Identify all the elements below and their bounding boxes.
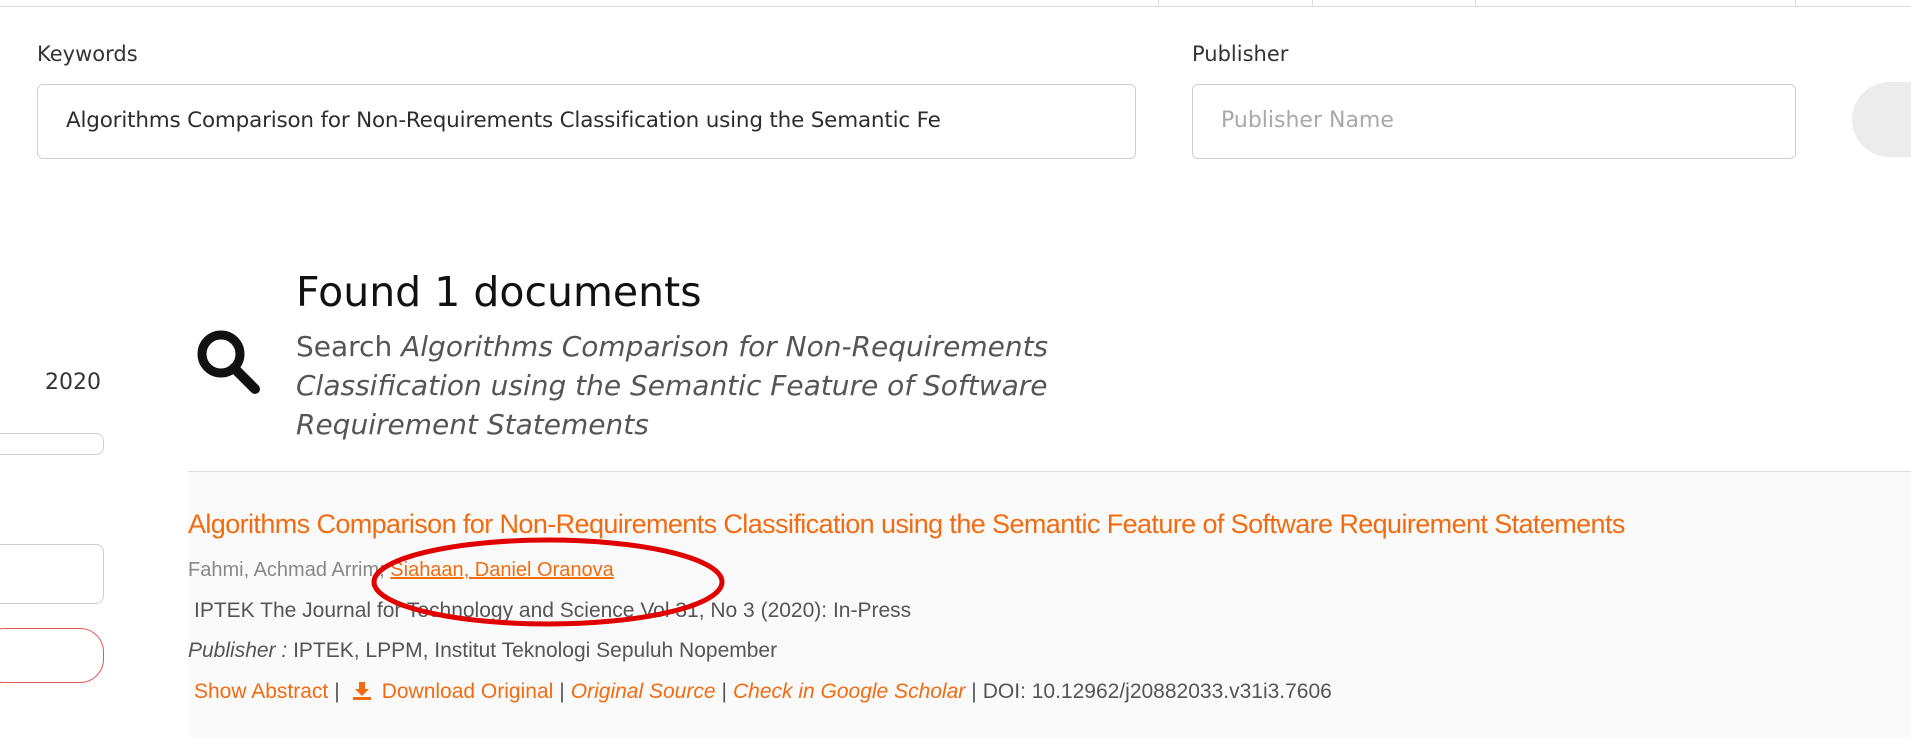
top-border-divider: [1158, 0, 1159, 6]
original-source-link[interactable]: Original Source: [571, 680, 716, 703]
author-link[interactable]: Siahaan, Daniel Oranova: [390, 559, 613, 581]
sidebar-input[interactable]: [0, 544, 104, 604]
search-prefix: Search: [296, 330, 393, 363]
google-scholar-link[interactable]: Check in Google Scholar: [733, 680, 965, 703]
publisher-label: Publisher: [1192, 42, 1289, 66]
result-title-link[interactable]: Algorithms Comparison for Non-Requiremen…: [188, 509, 1625, 540]
author-name: Fahmi, Achmad Arrim;: [188, 559, 385, 581]
publisher-input[interactable]: Publisher Name: [1192, 84, 1796, 159]
result-actions: Show Abstract | Download Original | Original…: [194, 680, 1332, 704]
top-border-divider: [1312, 0, 1313, 6]
result-publisher: Publisher : IPTEK, LPPM, Institut Teknol…: [188, 639, 777, 663]
separator: |: [334, 680, 340, 703]
search-submit-button[interactable]: [1852, 82, 1911, 157]
top-border: [0, 0, 1911, 7]
top-border-divider: [1475, 0, 1476, 6]
result-authors: Fahmi, Achmad Arrim; Siahaan, Daniel Ora…: [188, 559, 614, 582]
publisher-value: IPTEK, LPPM, Institut Teknologi Sepuluh …: [293, 639, 778, 662]
show-abstract-link[interactable]: Show Abstract: [194, 680, 328, 703]
result-item: Algorithms Comparison for Non-Requiremen…: [188, 472, 1911, 737]
result-journal: IPTEK The Journal for Technology and Sci…: [194, 599, 912, 622]
search-icon: [197, 330, 260, 394]
year-filter-label: 2020: [45, 370, 101, 395]
download-icon[interactable]: [352, 681, 372, 701]
download-original-link[interactable]: Download Original: [382, 680, 554, 703]
doi-link[interactable]: DOI: 10.12962/j20882033.v31i3.7606: [983, 680, 1332, 703]
keywords-input[interactable]: Algorithms Comparison for Non-Requiremen…: [37, 84, 1136, 159]
year-range-slider[interactable]: [0, 433, 104, 455]
separator: |: [971, 680, 977, 703]
reset-button[interactable]: [0, 628, 104, 683]
separator: |: [559, 680, 565, 703]
separator: |: [721, 680, 727, 703]
top-border-divider: [1795, 0, 1796, 6]
search-query-summary: Search Algorithms Comparison for Non-Req…: [296, 327, 1086, 444]
keywords-label: Keywords: [37, 42, 138, 66]
publisher-label: Publisher :: [188, 639, 288, 662]
search-query-text: Algorithms Comparison for Non-Requiremen…: [296, 330, 1049, 441]
results-count-title: Found 1 documents: [296, 268, 702, 316]
